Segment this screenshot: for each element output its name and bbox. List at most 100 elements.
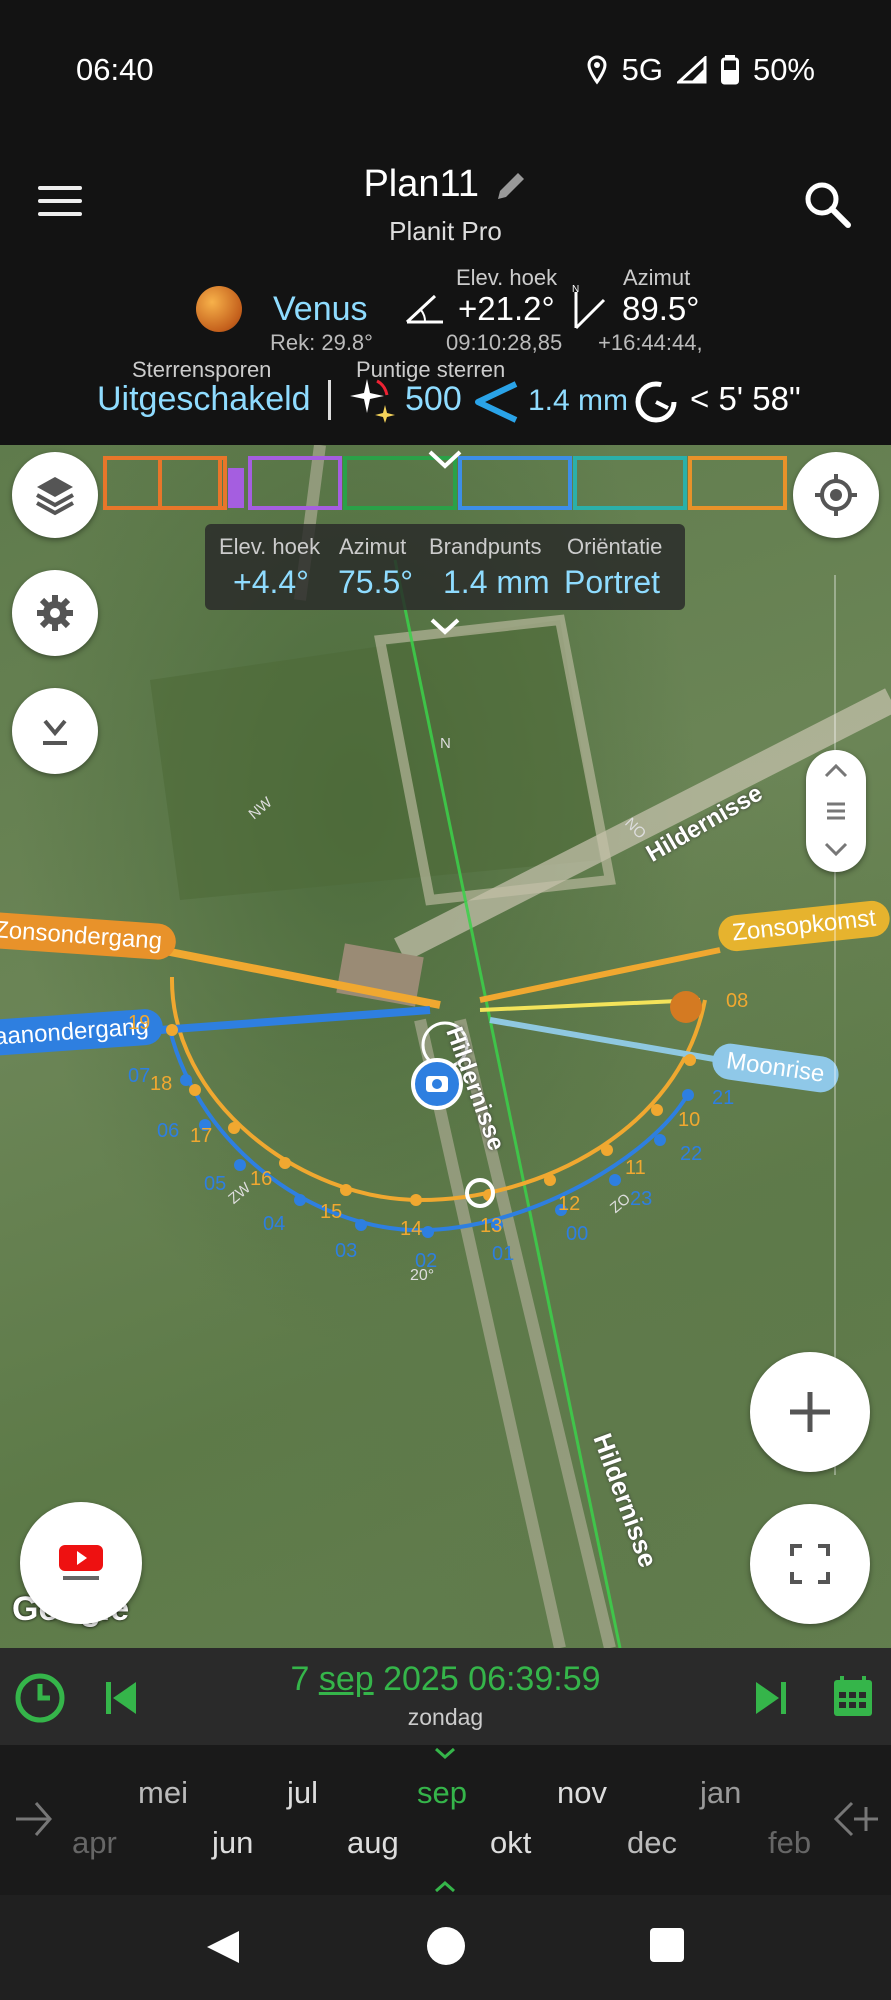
- plus-icon: [790, 1392, 830, 1432]
- month-item[interactable]: jun: [212, 1825, 253, 1861]
- month-item[interactable]: jul: [287, 1775, 318, 1811]
- plan-title[interactable]: Plan11: [0, 163, 891, 206]
- download-button[interactable]: [12, 688, 98, 774]
- collapse-chevron-icon[interactable]: [428, 450, 462, 470]
- status-time: 06:40: [76, 52, 154, 87]
- crosshair-icon: [815, 474, 857, 516]
- arrow-right-icon[interactable]: [12, 1797, 56, 1841]
- divider: [328, 380, 331, 420]
- zoom-rail[interactable]: [834, 575, 836, 1475]
- month-item[interactable]: okt: [490, 1825, 531, 1861]
- date-bar: 7 sep 2025 06:39:59 zondag: [0, 1648, 891, 1745]
- date-day: 7: [290, 1660, 319, 1698]
- field-of-view-icon: [475, 381, 518, 423]
- recents-button[interactable]: [650, 1928, 684, 1962]
- sun-hour-label: 18: [150, 1073, 173, 1095]
- sunset-text: Zonsondergang: [0, 916, 163, 955]
- home-button[interactable]: [427, 1927, 465, 1965]
- download-icon: [43, 719, 67, 745]
- gear-icon: [37, 595, 73, 631]
- status-bar: 06:40 5G 50%: [0, 0, 891, 140]
- azimuth-icon: N: [572, 284, 606, 330]
- chevron-down-icon: [824, 842, 848, 856]
- layers-button[interactable]: [12, 452, 98, 538]
- add-month-icon[interactable]: [832, 1797, 882, 1841]
- date-rest: 2025 06:39:59: [373, 1660, 601, 1698]
- month-item-selected[interactable]: sep: [417, 1775, 467, 1811]
- month-item[interactable]: feb: [768, 1825, 811, 1861]
- moon-hour-label: 23: [630, 1188, 653, 1210]
- sun-hour-label: 19: [128, 1012, 151, 1034]
- elevation-icon: [405, 294, 443, 324]
- search-icon[interactable]: [801, 178, 853, 230]
- sun-hour-label: 10: [678, 1109, 701, 1131]
- calendar-icon[interactable]: [832, 1674, 874, 1718]
- battery-percent: 50%: [752, 52, 815, 87]
- network-label: 5G: [621, 52, 663, 87]
- month-item[interactable]: aug: [347, 1825, 399, 1861]
- moon-hour-label: 22: [680, 1143, 703, 1165]
- moon-hour-label: 04: [263, 1213, 286, 1235]
- info-az-value: 75.5°: [338, 564, 414, 600]
- moon-hour-label: 01: [492, 1243, 515, 1265]
- add-button[interactable]: [750, 1352, 870, 1472]
- chevron-up-icon: [435, 1881, 455, 1893]
- layers-icon: [36, 477, 74, 516]
- sun-hour-label: 15: [320, 1201, 343, 1223]
- back-icon[interactable]: [203, 1927, 243, 1967]
- month-picker[interactable]: mei jul sep nov jan apr jun aug okt dec …: [0, 1745, 891, 1895]
- planet-rek: Rek: 29.8°: [270, 330, 373, 355]
- my-location-button[interactable]: [793, 452, 879, 538]
- elev-label: Elev. hoek: [456, 265, 558, 290]
- timer-icon: [635, 381, 677, 423]
- compass-n: N: [440, 735, 451, 752]
- skip-forward-icon[interactable]: [752, 1680, 788, 1716]
- sun-hour-label: 16: [250, 1168, 273, 1190]
- exposure-time[interactable]: < 5' 58": [690, 380, 801, 418]
- planet-name[interactable]: Venus: [273, 290, 368, 329]
- sun-hour-label: 11: [625, 1157, 646, 1179]
- elev-time: 09:10:28,85: [446, 330, 563, 355]
- venus-icon[interactable]: [196, 286, 242, 332]
- month-item[interactable]: dec: [627, 1825, 677, 1861]
- elev-value: +21.2°: [458, 290, 555, 327]
- zoom-handle[interactable]: [806, 750, 866, 872]
- sparkle-icon: [350, 379, 395, 423]
- month-item[interactable]: apr: [72, 1825, 117, 1861]
- moon-hour-label: 07: [128, 1065, 151, 1087]
- settings-button[interactable]: [12, 570, 98, 656]
- month-item[interactable]: jan: [700, 1775, 741, 1811]
- camera-info-box[interactable]: Elev. hoek +4.4° Azimut 75.5° Brandpunts…: [205, 524, 685, 610]
- chevron-down-icon: [435, 1747, 455, 1759]
- moon-hour-label: 02: [415, 1250, 438, 1272]
- youtube-button[interactable]: [20, 1502, 142, 1624]
- month-item[interactable]: nov: [557, 1775, 607, 1811]
- azimut-time: +16:44:44,: [598, 330, 703, 355]
- sun-hour-label: 12: [558, 1193, 581, 1215]
- plan-name: Plan11: [363, 163, 479, 205]
- battery-icon: [720, 55, 739, 85]
- date-month[interactable]: sep: [319, 1660, 374, 1698]
- fullscreen-button[interactable]: [750, 1504, 870, 1624]
- moon-hour-label: 00: [566, 1223, 589, 1245]
- info-az-label: Azimut: [339, 534, 407, 559]
- sun-hour-label: 08: [726, 990, 749, 1012]
- svg-text:N: N: [572, 284, 579, 295]
- chevron-up-icon: [824, 764, 848, 778]
- fullscreen-icon: [790, 1544, 830, 1584]
- azimut-label: Azimut: [623, 265, 691, 290]
- info-orient-value: Portret: [564, 564, 661, 600]
- sun-hour-label: 13: [480, 1215, 503, 1237]
- app-subtitle: Planit Pro: [389, 216, 502, 246]
- youtube-icon: [59, 1545, 103, 1580]
- focal-length[interactable]: 1.4 mm: [528, 384, 628, 418]
- star-trails-value[interactable]: Uitgeschakeld: [97, 380, 311, 419]
- drag-lines-icon: [827, 802, 845, 820]
- pencil-icon[interactable]: [494, 169, 528, 203]
- moon-hour-label: 21: [712, 1087, 735, 1109]
- info-expand-chevron-icon[interactable]: [430, 618, 460, 636]
- sun-hour-label: 17: [190, 1125, 213, 1147]
- point-stars-value[interactable]: 500: [405, 380, 462, 419]
- moon-hour-label: 03: [335, 1240, 358, 1262]
- month-item[interactable]: mei: [138, 1775, 188, 1811]
